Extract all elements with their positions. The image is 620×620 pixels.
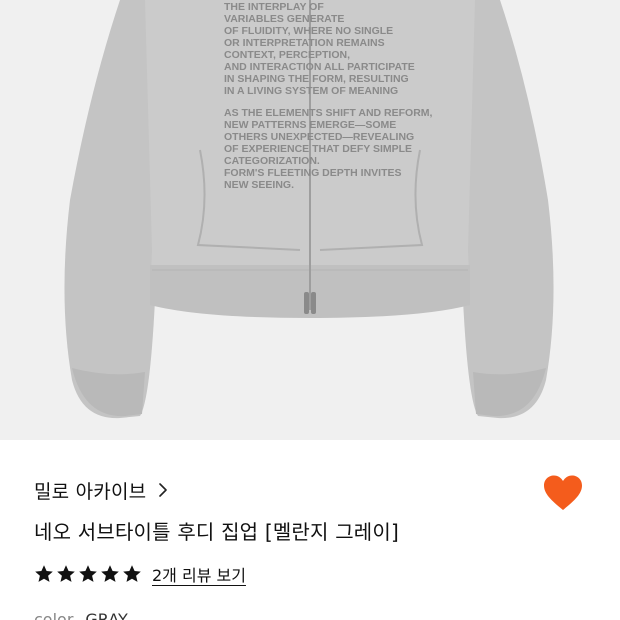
star-icon: [57, 565, 75, 582]
print-line: NEW PATTERNS EMERGE—SOME: [224, 119, 396, 131]
print-line: IN SHAPING THE FORM, RESULTING: [224, 73, 409, 85]
star-icon: [79, 565, 97, 582]
print-line: CONTEXT, PERCEPTION,: [224, 49, 350, 61]
review-link[interactable]: 2개 리뷰 보기: [152, 562, 246, 586]
star-icon: [35, 565, 53, 582]
rating-row: 2개 리뷰 보기: [34, 562, 246, 586]
star-icon: [123, 565, 141, 582]
print-line: NEW SEEING.: [224, 179, 294, 191]
print-line: OR INTERPRETATION REMAINS: [224, 37, 385, 49]
print-line: THE INTERPLAY OF: [224, 1, 324, 13]
print-line: OF FLUIDITY, WHERE NO SINGLE: [224, 25, 393, 37]
print-line: FORM'S FLEETING DEPTH INVITES: [224, 167, 402, 179]
option-value: GRAY: [85, 610, 128, 620]
print-line: AND INTERACTION ALL PARTICIPATE: [224, 61, 415, 73]
print-line: VARIABLES GENERATE: [224, 13, 344, 25]
wishlist-button[interactable]: [540, 472, 586, 514]
print-line: OF EXPERIENCE THAT DEFY SIMPLE: [224, 143, 412, 155]
product-image[interactable]: THE INTERPLAY OF VARIABLES GENERATE OF FLU…: [0, 0, 620, 440]
print-line: AS THE ELEMENTS SHIFT AND REFORM,: [224, 107, 433, 119]
print-line: CATEGORIZATION.: [224, 155, 320, 167]
brand-name: 밀로 아카이브: [34, 480, 147, 503]
heart-icon: [544, 475, 582, 510]
product-title: 네오 서브타이틀 후디 집업 [멜란지 그레이]: [34, 520, 399, 544]
option-row: color GRAY: [34, 610, 128, 620]
star-rating: [34, 564, 142, 584]
product-info: 밀로 아카이브 네오 서브타이틀 후디 집업 [멜란지 그레이] 2개 리뷰 보…: [0, 440, 620, 620]
chevron-right-icon: [159, 483, 168, 497]
option-label: color: [34, 610, 74, 620]
print-line: IN A LIVING SYSTEM OF MEANING: [224, 85, 398, 97]
print-line: OTHERS UNEXPECTED—REVEALING: [224, 131, 414, 143]
star-icon: [101, 565, 119, 582]
brand-link[interactable]: 밀로 아카이브: [34, 476, 168, 504]
